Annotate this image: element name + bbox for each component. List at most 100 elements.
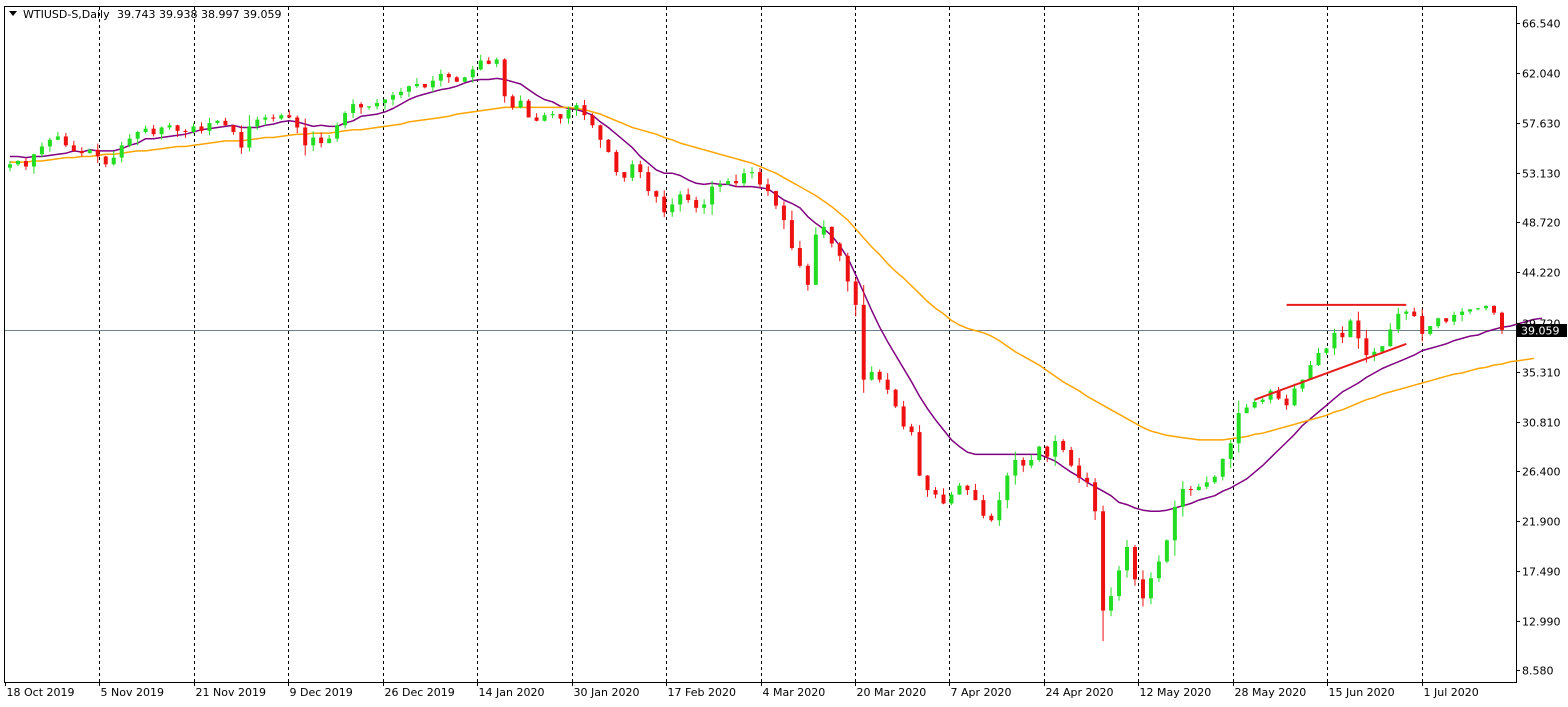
candle-bear xyxy=(63,136,68,146)
candle-bear xyxy=(590,115,595,126)
candle-bull xyxy=(750,172,755,174)
candle-bull xyxy=(710,186,715,205)
candle-bull xyxy=(1292,388,1297,406)
candle-bull xyxy=(462,77,467,82)
candle-bull xyxy=(111,157,116,165)
candle-bull xyxy=(1468,309,1473,312)
candle-bull xyxy=(494,59,499,64)
candle-bull xyxy=(574,105,579,110)
x-tick-label: 26 Dec 2019 xyxy=(385,686,455,699)
candle-bull xyxy=(1204,482,1209,487)
candle-bull xyxy=(1388,329,1393,347)
candle-bull xyxy=(718,184,723,187)
candle-bear xyxy=(909,426,914,433)
candle-bear xyxy=(1140,579,1145,599)
x-tick-label: 20 Mar 2020 xyxy=(857,686,927,699)
x-tick-label: 7 Apr 2020 xyxy=(951,686,1012,699)
candle-bull xyxy=(1252,401,1257,408)
candle-bull xyxy=(821,226,826,235)
candle-bull xyxy=(263,117,268,120)
candle-bull xyxy=(1180,488,1185,507)
candle-bear xyxy=(941,494,946,504)
candle-bull xyxy=(375,102,380,107)
candle-bull xyxy=(1484,306,1489,309)
candle-bull xyxy=(1117,570,1122,597)
x-tick-label: 9 Dec 2019 xyxy=(290,686,353,699)
candle-bull xyxy=(343,112,348,126)
candle-bull xyxy=(1148,578,1153,599)
candle-bull xyxy=(438,73,443,81)
candle-bull xyxy=(630,164,635,178)
candle-bull xyxy=(406,86,411,92)
candle-bull xyxy=(8,164,12,168)
candle-bear xyxy=(781,205,786,221)
x-tick-label: 1 Jul 2020 xyxy=(1424,686,1479,699)
candle-bull xyxy=(550,114,555,116)
x-tick-label: 30 Jan 2020 xyxy=(574,686,640,699)
candle-bear xyxy=(981,500,986,516)
candle-bear xyxy=(598,125,603,140)
y-tick-label: 30.810 xyxy=(1522,417,1561,430)
y-tick-label: 62.040 xyxy=(1522,68,1561,81)
candle-bull xyxy=(1380,346,1385,352)
candle-bear xyxy=(757,172,762,185)
candle-bear xyxy=(1412,311,1417,317)
candle-bull xyxy=(207,123,212,131)
candle-bull xyxy=(87,149,92,154)
candle-bull xyxy=(997,500,1002,521)
candle-bull xyxy=(1452,314,1457,322)
candle-bull xyxy=(247,126,252,148)
candle-bear xyxy=(989,515,994,521)
candle-bull xyxy=(470,69,475,78)
chart-header: WTIUSD-S,Daily 39.743 39.938 38.997 39.0… xyxy=(9,8,281,21)
candle-bear xyxy=(71,145,76,151)
candle-bear xyxy=(614,152,619,173)
candle-bull xyxy=(1476,308,1481,310)
candle-bear xyxy=(1077,465,1082,478)
candle-bear xyxy=(1444,318,1449,322)
candle-bear xyxy=(805,265,810,285)
candle-bull xyxy=(1013,459,1018,476)
candle-bull xyxy=(367,106,372,108)
candle-bear xyxy=(1069,449,1074,466)
candle-bear xyxy=(502,59,507,97)
y-tick-label: 57.630 xyxy=(1522,118,1561,131)
candle-bear xyxy=(662,196,667,213)
candle-bear xyxy=(151,128,156,135)
candle-bull xyxy=(1005,475,1010,501)
y-tick-label: 66.540 xyxy=(1522,18,1561,31)
candle-bear xyxy=(917,432,922,476)
y-tick-label: 8.580 xyxy=(1522,665,1554,678)
candle-bull xyxy=(1125,547,1130,571)
candle-bear xyxy=(1500,312,1504,330)
candle-bull xyxy=(566,109,571,119)
candle-bull xyxy=(382,99,387,103)
candle-bear xyxy=(534,117,539,121)
candle-bear xyxy=(486,60,491,64)
grid-layer xyxy=(99,7,1423,682)
candle-bull xyxy=(279,115,284,119)
candle-bull xyxy=(31,154,36,167)
candle-bull xyxy=(159,127,164,135)
candle-bull xyxy=(1156,561,1161,579)
candle-bull xyxy=(478,60,483,70)
candle-bull xyxy=(813,234,818,285)
candle-bull xyxy=(518,100,523,108)
y-tick-label: 44.220 xyxy=(1522,267,1561,280)
candle-bear xyxy=(646,172,651,192)
candle-bear xyxy=(271,117,276,119)
candle-bear xyxy=(231,125,236,132)
candle-bull xyxy=(1164,540,1169,562)
candle-bull xyxy=(1308,365,1313,380)
menu-triangle-icon[interactable] xyxy=(9,11,17,16)
candle-bull xyxy=(1236,413,1241,444)
candle-bear xyxy=(829,226,834,244)
candle-bear xyxy=(933,490,938,495)
candle-bear xyxy=(295,117,300,128)
candle-bull xyxy=(127,138,132,146)
candle-bear xyxy=(1061,441,1066,450)
candle-bear xyxy=(454,77,459,82)
candle-bear xyxy=(973,490,978,501)
candle-bear xyxy=(1021,459,1026,466)
candle-bull xyxy=(191,126,196,132)
